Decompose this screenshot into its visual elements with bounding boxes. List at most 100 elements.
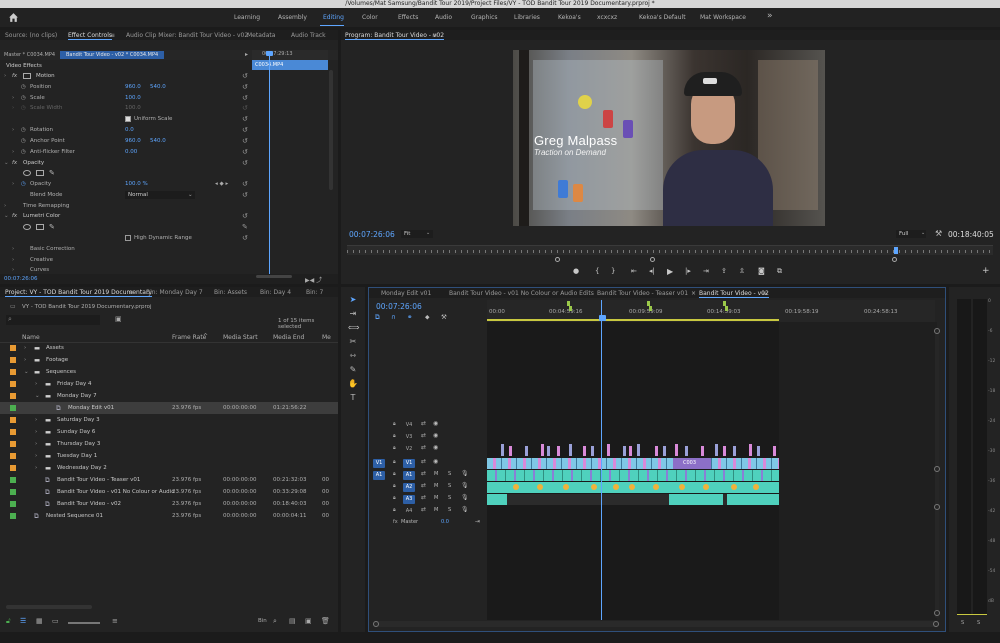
extract-icon[interactable]: ⇫	[739, 267, 745, 275]
audio-keyframe-badge[interactable]	[753, 484, 759, 490]
ripple-edit-tool-icon[interactable]: ⟺	[348, 323, 359, 333]
panel-menu-icon[interactable]: ≡	[110, 32, 115, 39]
workspace-kekoas[interactable]: Kekoa's	[558, 14, 581, 21]
v2-clip[interactable]	[715, 444, 718, 456]
timeline-timecode[interactable]: 00:07:26:06	[376, 302, 422, 311]
ec-timecode[interactable]: 00:07:26:06	[4, 276, 38, 282]
disclosure-triangle-icon[interactable]: ›	[35, 438, 37, 450]
track-name-a2[interactable]: A2	[403, 483, 415, 492]
v2-clip[interactable]	[701, 446, 704, 456]
track-name-a3[interactable]: A3	[403, 495, 415, 504]
trash-icon[interactable]: 🗑︎	[321, 617, 330, 625]
timeline-vscroll[interactable]	[934, 328, 940, 618]
wrench-icon[interactable]: ⚒	[935, 229, 942, 238]
timeline-ruler[interactable]: 00:00 00:04:59:16 00:09:59:09 00:14:59:0…	[487, 300, 935, 322]
col-frame-rate[interactable]: Frame Rate	[172, 334, 206, 341]
v2-clip[interactable]	[541, 444, 544, 456]
hdr-checkbox[interactable]	[125, 235, 131, 241]
selection-tool-icon[interactable]: ➤	[348, 295, 358, 305]
sync-lock-icon[interactable]: ⇄	[421, 482, 426, 489]
track-name-v2[interactable]: V2	[403, 445, 415, 454]
master-clip-label[interactable]: Master * C0034.MP4	[4, 52, 55, 58]
ec-filter-icons[interactable]: ▶◀ ⤴	[305, 275, 322, 284]
close-tab-icon[interactable]: ×	[691, 290, 696, 297]
label-color-swatch[interactable]	[10, 369, 16, 375]
ec-playhead[interactable]	[269, 54, 270, 284]
col-media-start[interactable]: Media Start	[223, 334, 258, 341]
program-ruler[interactable]	[347, 245, 993, 255]
tab-seq-monday-edit[interactable]: Monday Edit v01	[381, 290, 431, 297]
v2-clip[interactable]	[557, 446, 560, 456]
audio-track-header[interactable]: 🔒︎ A3 ⇄ M S 🎙︎	[369, 494, 479, 505]
play-icon[interactable]: ▶	[667, 267, 673, 276]
icon-view-icon[interactable]: ▦	[36, 617, 43, 625]
project-folder-row[interactable]: › ▬ Saturday Day 3	[0, 414, 338, 426]
master-volume[interactable]: 0.0	[441, 519, 449, 525]
mute-track-button[interactable]: M	[434, 495, 438, 501]
label-color-swatch[interactable]	[10, 453, 16, 459]
track-lock-icon[interactable]: 🔒︎	[393, 495, 396, 501]
lumetri-rect-mask-icon[interactable]	[36, 224, 44, 230]
project-folder-row[interactable]: › ▬ Wednesday Day 2	[0, 462, 338, 474]
tab-audio-track[interactable]: Audio Track	[291, 32, 326, 39]
toggle-output-eye-icon[interactable]: ◉	[433, 458, 438, 465]
pen-mask-icon[interactable]: ✎	[49, 168, 55, 178]
v2-clip[interactable]	[655, 446, 658, 456]
label-color-swatch[interactable]	[10, 441, 16, 447]
label-color-swatch[interactable]	[10, 405, 16, 411]
audio-keyframe-badge[interactable]	[703, 484, 709, 490]
project-sequence-row[interactable]: ⧉ Monday Edit v01 23.976 fps 00:00:00:00 01:…	[0, 402, 338, 414]
type-tool-icon[interactable]: T	[348, 393, 358, 403]
solo-right[interactable]: S	[977, 620, 980, 626]
label-color-swatch[interactable]	[10, 465, 16, 471]
clip-path-label[interactable]: Bandit Tour Video - v02 * C0034.MP4	[60, 51, 165, 59]
timeline-menu-icon[interactable]: ≡	[762, 290, 767, 297]
audio-keyframe-badge[interactable]	[537, 484, 543, 490]
lock-icon[interactable]: 🔓︎	[6, 617, 11, 626]
tab-bin-monday[interactable]: Bin: Monday Day 7	[146, 289, 203, 296]
workspace-kekoas-default[interactable]: Kekoa's Default	[639, 14, 686, 21]
ec-row-blend-mode[interactable]: Blend Mode Normal ⌄ ↺	[0, 190, 252, 200]
zoom-handle-mid[interactable]	[650, 257, 655, 262]
ellipse-mask-icon[interactable]	[23, 170, 31, 176]
ec-row-rotation[interactable]: › ◷ Rotation 0.0 ↺	[0, 125, 252, 135]
go-to-out-icon[interactable]: ⇥	[703, 267, 709, 275]
v2-clip[interactable]	[525, 446, 528, 456]
workspace-mat[interactable]: Mat Workspace	[700, 14, 746, 21]
project-folder-row[interactable]: › ▬ Thursday Day 3	[0, 438, 338, 450]
v2-clip[interactable]	[509, 446, 512, 456]
track-name-v4[interactable]: V4	[403, 421, 415, 430]
pen-tool-icon[interactable]: ✎	[348, 365, 358, 375]
reset-motion-icon[interactable]: ↺	[242, 71, 248, 81]
disclosure-triangle-icon[interactable]: ›	[35, 414, 37, 426]
motion-transform-icon[interactable]	[23, 73, 31, 79]
freeform-view-icon[interactable]: ▭	[52, 617, 59, 625]
ec-zoom-scroll[interactable]	[256, 275, 292, 278]
blend-mode-select[interactable]: Normal	[125, 191, 195, 199]
reset-position-icon[interactable]: ↺	[242, 82, 248, 92]
button-editor-icon[interactable]: +	[982, 266, 990, 276]
audio-keyframe-badge[interactable]	[513, 484, 519, 490]
project-folder-row[interactable]: ⌄ ▬ Sequences	[0, 366, 338, 378]
project-folder-row[interactable]: ⌄ ▬ Monday Day 7	[0, 390, 338, 402]
go-to-in-icon[interactable]: ⇤	[631, 267, 637, 275]
workspace-learning[interactable]: Learning	[234, 14, 260, 21]
more-workspaces-icon[interactable]: »	[767, 11, 773, 21]
track-name-a4[interactable]: A4	[403, 507, 415, 516]
voiceover-record-icon[interactable]: 🎙︎	[461, 482, 469, 489]
label-color-swatch[interactable]	[10, 477, 16, 483]
play-audio-icon[interactable]: ▸	[245, 51, 248, 58]
project-hscroll[interactable]	[6, 605, 92, 609]
program-menu-icon[interactable]: ≡	[432, 32, 437, 39]
new-bin-from-search-icon[interactable]: ▣	[115, 315, 122, 323]
project-search-input[interactable]: ⌕	[6, 315, 100, 325]
ec-row-basic-correction[interactable]: › Basic Correction	[0, 244, 252, 254]
razor-tool-icon[interactable]: ✂	[348, 337, 358, 347]
v2-clip[interactable]	[591, 446, 594, 456]
reset-scale-icon[interactable]: ↺	[242, 93, 248, 103]
tab-bin-assets[interactable]: Bin: Assets	[214, 289, 247, 296]
label-color-swatch[interactable]	[10, 357, 16, 363]
find-icon[interactable]: ⌕	[273, 617, 277, 626]
snap-icon[interactable]: ∩	[391, 313, 396, 321]
solo-track-button[interactable]: S	[448, 483, 451, 489]
